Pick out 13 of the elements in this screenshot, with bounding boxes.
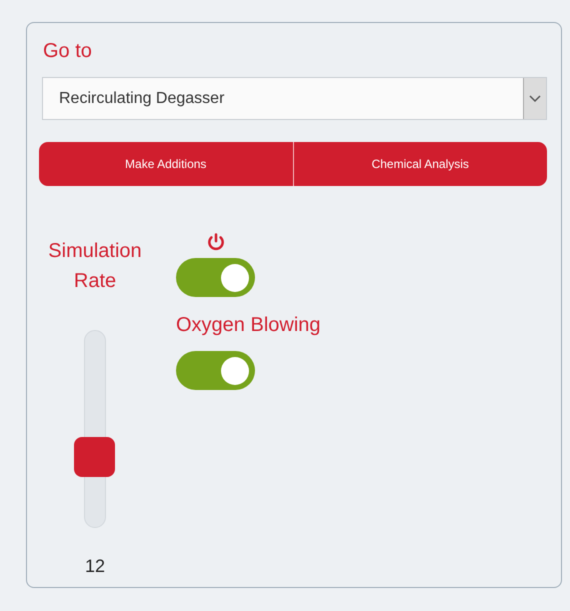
action-button[interactable]: Chemical Analysis bbox=[292, 142, 547, 186]
goto-title: Go to bbox=[42, 39, 93, 64]
switch-label: Oxygen Blowing bbox=[176, 313, 321, 337]
action-button[interactable]: Make Additions bbox=[39, 142, 292, 186]
rate-value: 12 bbox=[84, 556, 106, 577]
toggle-switch[interactable] bbox=[176, 351, 255, 390]
simulation-rate-label: Simulation Rate bbox=[47, 239, 143, 294]
slider-thumb[interactable] bbox=[74, 437, 115, 478]
power-icon bbox=[206, 232, 226, 252]
chevron-down-icon bbox=[529, 94, 541, 102]
destination-select[interactable]: Recirculating Degasser bbox=[42, 77, 547, 120]
toggle-switch[interactable] bbox=[176, 258, 255, 297]
vertical-slider[interactable] bbox=[74, 330, 116, 528]
